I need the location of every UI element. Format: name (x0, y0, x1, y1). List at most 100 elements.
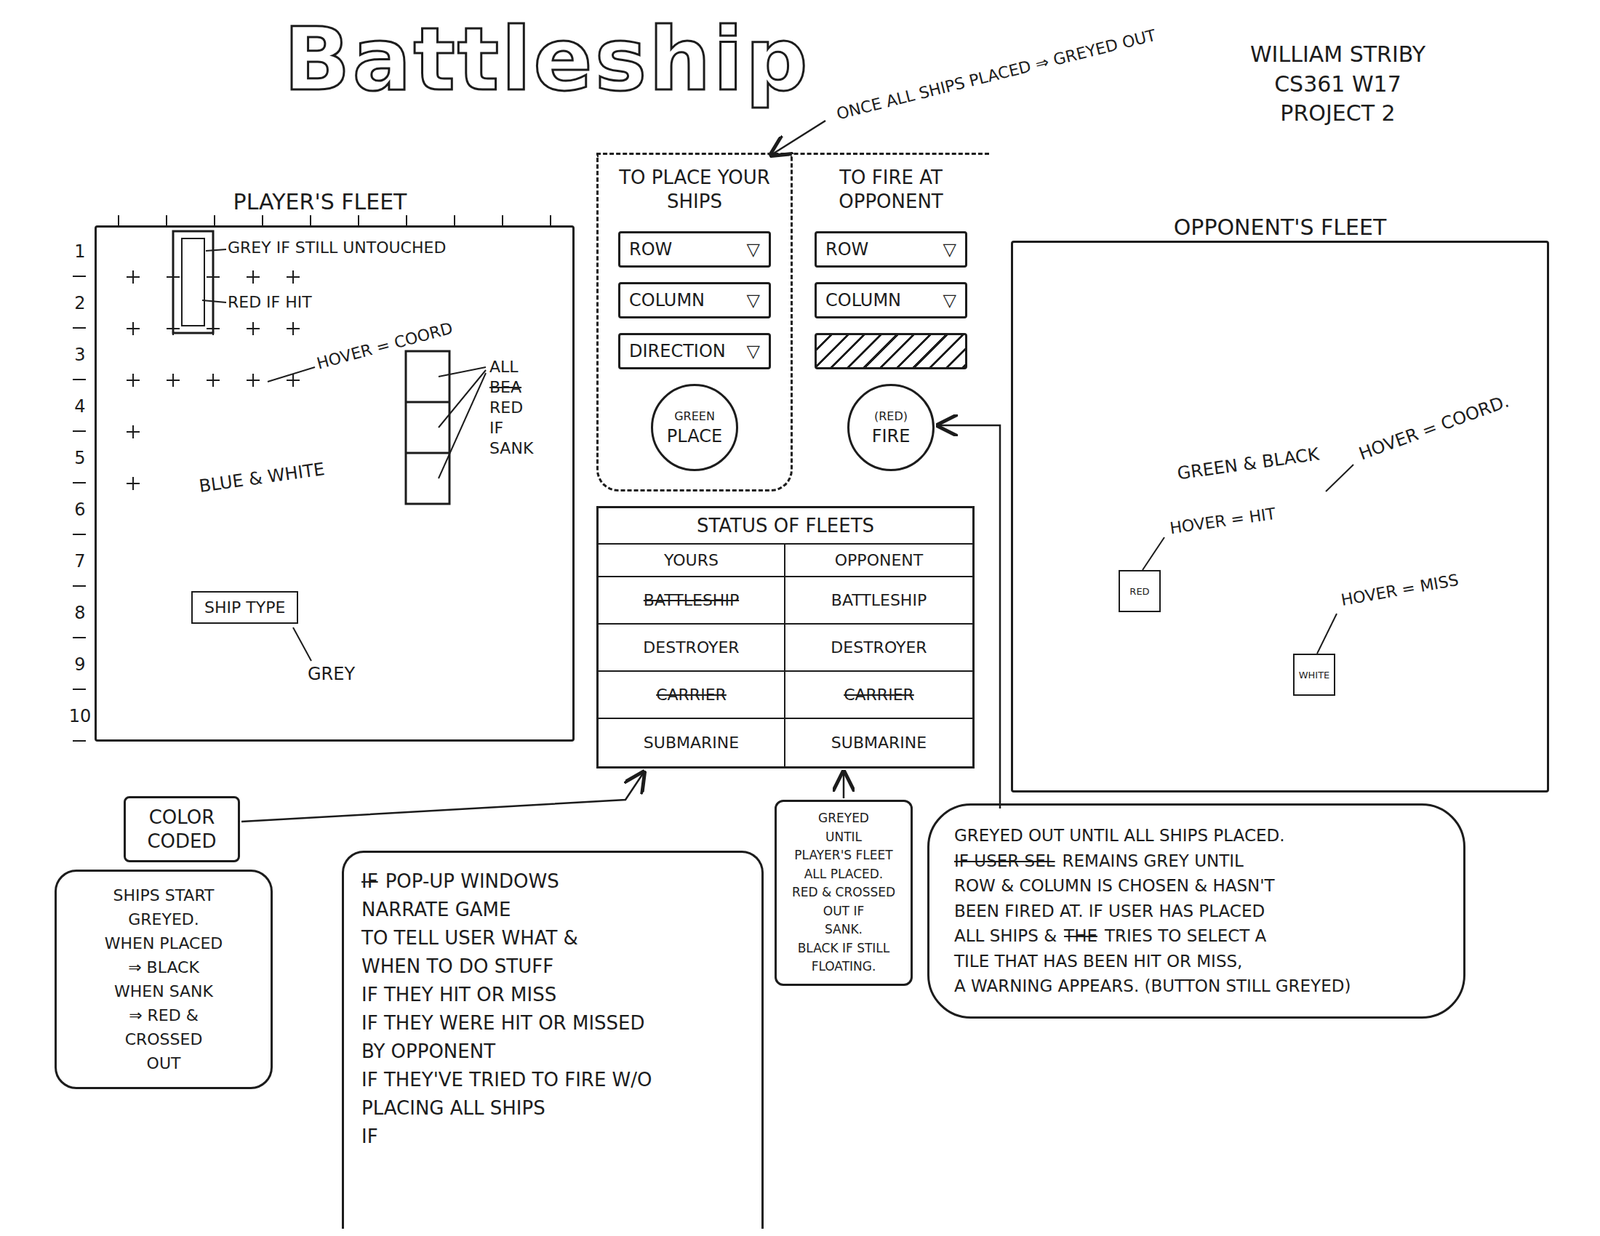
fire-button[interactable]: (RED)FIRE (847, 384, 935, 472)
dropdown[interactable]: COLUMN▽ (618, 282, 771, 319)
note-line: GREYED OUT UNTIL ALL SHIPS PLACED. (954, 823, 1439, 849)
note-line: ALL PLACED. (782, 865, 905, 885)
board-colors-label: BLUE & WHITE (197, 458, 326, 498)
row-number: 2 (65, 277, 95, 329)
opponent-column: OPPONENT'S FLEET GREEN & BLACK HOVER = COO… (1010, 152, 1550, 793)
ship-type-box: SHIP TYPE (191, 591, 299, 624)
note-word: IF THEY WERE HIT OR MISSED (361, 1009, 646, 1038)
hover-hit-label: HOVER = HIT (1168, 504, 1278, 539)
note-word: TO TELL USER WHAT & (361, 924, 579, 953)
note-line: IFPOP-UP WINDOWS (361, 867, 744, 896)
author-line: CS361 W17 (1250, 69, 1426, 100)
note-word: ALL SHIPS & (954, 923, 1057, 950)
note-word: GREYED OUT UNTIL ALL SHIPS PLACED. (954, 823, 1286, 849)
opponent-board[interactable]: GREEN & BLACKHOVER = COORD.HOVER = HITRE… (1010, 240, 1550, 793)
player-board-sketch (96, 227, 573, 740)
note-line: NARRATE GAME (361, 896, 744, 925)
note-line: GREYED (782, 809, 905, 829)
connector-arrows (0, 0, 1600, 1236)
dropdown[interactable]: ROW▽ (814, 231, 968, 268)
note-line: BY OPPONENT (361, 1037, 744, 1067)
fire-note-box: GREYED OUT UNTIL ALL SHIPS PLACED.IF USE… (927, 803, 1466, 1019)
place-button[interactable]: GREENPLACE (650, 384, 739, 472)
row-number: 6 (65, 483, 95, 536)
dropdown[interactable]: DIRECTION▽ (618, 333, 771, 370)
color-coded-note: COLOR CODEDSHIPS STARTGREYED.WHEN PLACED… (54, 792, 288, 1090)
struck-word: BEA (489, 377, 534, 398)
note-line: ⇒ RED & (69, 1003, 258, 1028)
note-line: GREYED. (69, 907, 258, 932)
player-board[interactable]: GREY IF STILL UNTOUCHEDRED IF HITHOVER =… (94, 225, 575, 742)
note-line: OUT (69, 1051, 258, 1076)
hit-label: RED IF HIT (227, 293, 312, 312)
fire-note: GREYED OUT UNTIL ALL SHIPS PLACED.IF USE… (927, 803, 1466, 1019)
note-line: TILE THAT HAS BEEN HIT OR MISS, (954, 949, 1439, 975)
color-coded-arrow (241, 773, 643, 822)
note-word: PLACING ALL SHIPS (361, 1094, 546, 1123)
note-line: TO TELL USER WHAT & (361, 924, 744, 953)
status-note-arrow (842, 773, 846, 799)
row-number: 4 (65, 380, 95, 432)
column-ticks (94, 215, 575, 226)
row-number: 3 (65, 328, 95, 381)
note-word: IF THEY HIT OR MISS (361, 981, 557, 1010)
opponent-colors-label: GREEN & BLACK (1176, 443, 1321, 485)
note-line: WHEN SANK (69, 979, 258, 1004)
column-tick (453, 215, 456, 226)
note-word: A WARNING APPEARS. (BUTTON STILL GREYED) (954, 973, 1351, 1000)
status-cell: BATTLESHIP (785, 577, 973, 625)
note-word: NARRATE GAME (361, 896, 511, 925)
note-line: PLACING ALL SHIPS (361, 1094, 744, 1123)
main-area: PLAYER'S FLEET12345678910GREY IF STILL U… (0, 152, 1600, 793)
notes-area: COLOR CODEDSHIPS STARTGREYED.WHEN PLACED… (0, 792, 1600, 1230)
note-word: REMAINS GREY UNTIL (1062, 848, 1244, 875)
header-note: ONCE ALL SHIPS PLACED ⇒ GREYED OUT (834, 26, 1158, 123)
opponent-fleet-title: OPPONENT'S FLEET (1010, 214, 1550, 241)
status-title: STATUS OF FLEETS (598, 508, 973, 545)
header: BattleshipONCE ALL SHIPS PLACED ⇒ GREYED… (0, 0, 1600, 153)
note-line: A WARNING APPEARS. (BUTTON STILL GREYED) (954, 973, 1439, 1000)
note-line: WHEN PLACED (69, 931, 258, 956)
dropdown[interactable]: ROW▽ (618, 231, 771, 268)
note-line: RED & CROSSED (782, 883, 905, 903)
color-coded-box: SHIPS STARTGREYED.WHEN PLACED⇒ BLACKWHEN… (54, 869, 273, 1090)
place-section: TO PLACE YOUR SHIPSROW▽COLUMN▽DIRECTION▽… (596, 154, 793, 492)
note-line: FLOATING. (782, 957, 905, 977)
untouched-label: GREY IF STILL UNTOUCHED (227, 238, 446, 258)
struck-word: IF (361, 867, 379, 896)
note-word: TILE THAT HAS BEEN HIT OR MISS, (954, 949, 1243, 975)
note-line: IF (361, 1122, 744, 1152)
note-word: TRIES TO SELECT A (1104, 923, 1267, 950)
column-tick (549, 215, 552, 226)
note-line: ⇒ BLACK (69, 955, 258, 980)
note-line: SANK. (782, 920, 905, 940)
status-header: OPPONENT (785, 544, 973, 578)
fire-title: TO FIRE AT OPPONENT (800, 165, 982, 217)
row-numbers: 12345678910 (65, 225, 95, 742)
fire-note-arrow (939, 425, 1000, 809)
note-line: IF THEY WERE HIT OR MISSED (361, 1009, 744, 1038)
status-note-box: GREYEDUNTILPLAYER'S FLEETALL PLACED.RED … (774, 800, 913, 987)
note-line: BLACK IF STILL (782, 939, 905, 959)
player-board-row: 12345678910 GREY IF STILL UNTOUCHED RED IF… (65, 225, 575, 742)
row-number: 8 (65, 586, 95, 639)
dropdown[interactable]: COLUMN▽ (814, 282, 968, 319)
struck-word: IF USER SEL (954, 848, 1056, 875)
status-cell: DESTROYER (598, 624, 786, 672)
hover-miss-label: HOVER = MISS (1339, 570, 1461, 611)
opponent-hover-label: HOVER = COORD. (1356, 391, 1512, 465)
sank-word: RED (489, 397, 534, 419)
row-number: 10 (65, 690, 95, 742)
column-tick (357, 215, 360, 226)
author-line: WILLIAM STRIBY (1250, 40, 1426, 70)
note-line: IF THEY'VE TRIED TO FIRE W/O (361, 1066, 744, 1095)
caret-icon: ▽ (746, 290, 760, 311)
note-line: UNTIL (782, 828, 905, 848)
sank-word: SANK (489, 438, 534, 459)
status-cell: CARRIER (785, 672, 973, 720)
color-coded-label: COLOR CODED (123, 796, 240, 863)
header-arrow (772, 120, 826, 155)
column-tick (309, 215, 312, 226)
column-tick (261, 215, 264, 226)
controls-panel: TO PLACE YOUR SHIPSROW▽COLUMN▽DIRECTION▽… (596, 152, 990, 492)
